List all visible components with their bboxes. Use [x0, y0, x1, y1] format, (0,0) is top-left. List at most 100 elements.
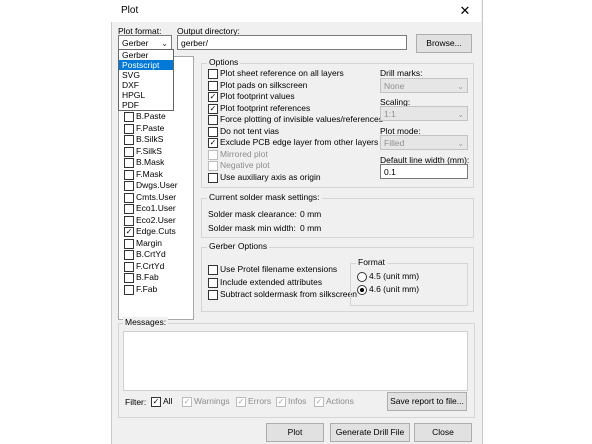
plot-format-dropdown: Gerber Postscript SVG DXF HPGL PDF	[118, 49, 174, 111]
solder-mask-clearance-label: Solder mask clearance:	[208, 209, 297, 219]
checkbox[interactable]	[124, 215, 134, 226]
gerber-options-title: Gerber Options	[207, 241, 270, 251]
checkbox[interactable]	[124, 261, 134, 272]
plot-button[interactable]: Plot	[266, 423, 324, 442]
checkbox-label: Do not tent vias	[220, 125, 280, 136]
filter-label: Filter:	[125, 397, 147, 407]
checkbox-label: Edge.Cuts	[136, 226, 176, 236]
checkbox[interactable]	[208, 290, 218, 300]
checkbox-label: Actions	[326, 396, 354, 406]
chevron-down-icon: ⌄	[457, 110, 464, 119]
checkbox-label: Cmts.User	[136, 191, 177, 202]
window-title: Plot	[121, 5, 139, 16]
checkbox-label: B.CrtYd	[136, 249, 166, 259]
scaling-value: 1:1	[384, 109, 396, 119]
checkbox-label: Use auxiliary axis as origin	[220, 171, 321, 182]
generate-drill-file-button[interactable]: Generate Drill File	[330, 423, 410, 442]
checkbox[interactable]	[124, 227, 134, 237]
radio-button[interactable]	[357, 272, 367, 282]
checkbox-label: F.Mask	[136, 168, 163, 179]
checkbox[interactable]	[124, 146, 134, 157]
checkbox-label: F.CrtYd	[136, 260, 165, 271]
checkbox[interactable]	[208, 149, 218, 160]
browse-button[interactable]: Browse...	[416, 34, 472, 53]
plot-mode-select[interactable]: Filled ⌄	[380, 135, 468, 150]
checkbox-label: Eco2.User	[136, 214, 176, 225]
checkbox[interactable]	[208, 92, 218, 102]
radio-label: 4.6 (unit mm)	[369, 284, 420, 294]
checkbox-label: Subtract soldermask from silkscreen	[220, 289, 357, 299]
checkbox[interactable]	[208, 277, 218, 288]
checkbox[interactable]	[124, 250, 134, 260]
checkbox-label: Infos	[288, 396, 307, 406]
solder-mask-min-width-label: Solder mask min width:	[208, 223, 296, 233]
checkbox[interactable]	[124, 192, 134, 203]
checkbox[interactable]	[208, 138, 218, 148]
save-report-button[interactable]: Save report to file...	[387, 392, 467, 411]
checkbox[interactable]	[208, 69, 218, 79]
checkbox[interactable]	[208, 115, 218, 125]
checkbox[interactable]	[276, 397, 286, 407]
checkbox-label: Margin	[136, 237, 162, 248]
drill-marks-value: None	[384, 81, 405, 91]
checkbox[interactable]	[124, 123, 134, 134]
checkbox[interactable]	[124, 112, 134, 122]
radio-button[interactable]	[357, 285, 367, 295]
close-icon[interactable]: ✕	[457, 3, 473, 19]
checkbox[interactable]	[236, 397, 246, 407]
plot-format-option[interactable]: SVG	[119, 70, 173, 80]
messages-log[interactable]	[123, 331, 468, 391]
checkbox-label: Mirrored plot	[220, 148, 268, 159]
checkbox-label: B.Fab	[136, 272, 159, 282]
checkbox-label: Warnings	[194, 396, 230, 406]
checkbox-label: B.Mask	[136, 157, 165, 167]
plot-format-value: Gerber	[122, 38, 149, 48]
plot-format-select[interactable]: Gerber ⌄	[118, 35, 172, 50]
checkbox-label: Plot footprint values	[220, 91, 295, 101]
plot-format-option[interactable]: DXF	[119, 80, 173, 90]
checkbox[interactable]	[124, 284, 134, 295]
checkbox[interactable]	[124, 238, 134, 249]
checkbox-label: B.Paste	[136, 111, 166, 121]
output-directory-input[interactable]: gerber/	[177, 35, 407, 50]
format-title: Format	[356, 257, 387, 267]
checkbox-label: Exclude PCB edge layer from other layers	[220, 137, 379, 147]
checkbox-label: Eco1.User	[136, 203, 176, 213]
checkbox[interactable]	[182, 397, 192, 407]
checkbox[interactable]	[208, 161, 218, 171]
options-title: Options	[207, 57, 241, 67]
line-width-input[interactable]: 0.1	[380, 164, 468, 179]
checkbox[interactable]	[208, 103, 218, 114]
drill-marks-label: Drill marks:	[380, 68, 423, 78]
close-button[interactable]: Close	[414, 423, 472, 442]
checkbox[interactable]	[208, 80, 218, 91]
checkbox[interactable]	[208, 265, 218, 275]
checkbox[interactable]	[124, 181, 134, 191]
checkbox-label: Negative plot	[220, 160, 270, 170]
solder-mask-clearance-value: 0 mm	[300, 209, 322, 219]
drill-marks-select[interactable]: None ⌄	[380, 78, 468, 93]
plot-format-option[interactable]: Gerber	[119, 50, 173, 60]
checkbox[interactable]	[151, 397, 161, 407]
plot-format-option[interactable]: Postscript	[119, 60, 173, 70]
radio-label: 4.5 (unit mm)	[369, 271, 420, 281]
checkbox-label: Plot pads on silkscreen	[220, 79, 308, 90]
checkbox[interactable]	[314, 397, 324, 407]
chevron-down-icon: ⌄	[457, 82, 464, 91]
checkbox[interactable]	[208, 126, 218, 137]
plot-mode-value: Filled	[384, 138, 405, 148]
checkbox-label: Plot sheet reference on all layers	[220, 68, 344, 78]
solder-mask-min-width-value: 0 mm	[300, 223, 322, 233]
checkbox[interactable]	[208, 172, 218, 183]
checkbox-label: F.SilkS	[136, 145, 162, 156]
checkbox-label: Force plotting of invisible values/refer…	[220, 114, 383, 124]
plot-format-option[interactable]: HPGL	[119, 90, 173, 100]
scaling-select[interactable]: 1:1 ⌄	[380, 106, 468, 121]
checkbox[interactable]	[124, 204, 134, 214]
checkbox[interactable]	[124, 169, 134, 180]
checkbox[interactable]	[124, 273, 134, 283]
checkbox-label: B.SilkS	[136, 134, 164, 144]
plot-format-option[interactable]: PDF	[119, 100, 173, 110]
checkbox[interactable]	[124, 158, 134, 168]
checkbox[interactable]	[124, 135, 134, 145]
